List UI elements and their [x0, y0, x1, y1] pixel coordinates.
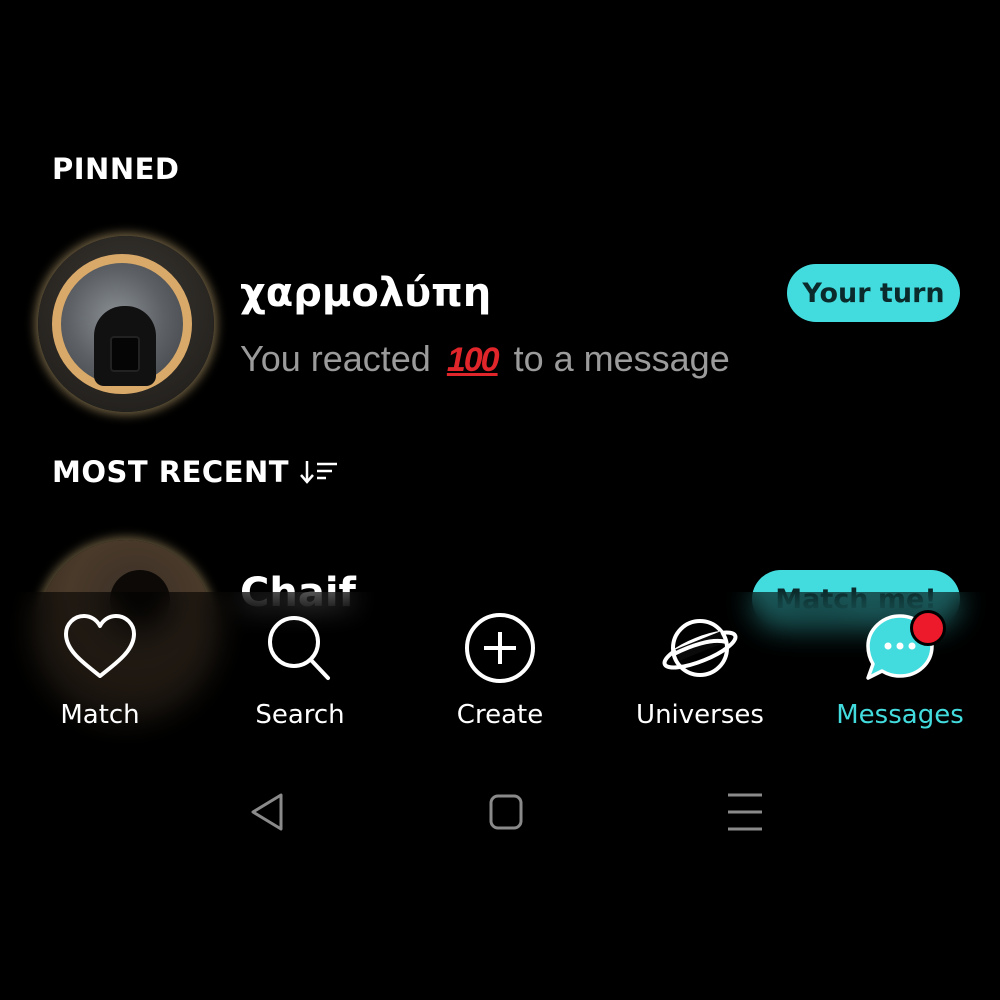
nav-label: Search — [255, 700, 345, 730]
system-navigation-bar — [0, 775, 1000, 845]
planet-icon — [662, 619, 738, 677]
nav-item-messages[interactable]: Messages — [800, 610, 1000, 740]
heart-icon — [64, 614, 136, 678]
nav-item-universes[interactable]: Universes — [600, 610, 800, 740]
recents-button[interactable] — [720, 787, 770, 837]
nav-label: Create — [456, 700, 544, 730]
recents-icon — [728, 793, 762, 831]
notification-badge — [910, 610, 946, 646]
home-icon — [489, 794, 523, 830]
nav-label: Match — [60, 700, 140, 730]
back-icon — [251, 793, 283, 831]
nav-item-match[interactable]: Match — [0, 610, 200, 740]
messages-screen: PINNED χαρμολύπη You reacted 100 to a me… — [0, 0, 1000, 1000]
nav-item-search[interactable]: Search — [200, 610, 400, 740]
avatar[interactable] — [38, 236, 214, 412]
avatar-image-phone — [110, 336, 140, 372]
bottom-navigation-bar: Match Search Create Universes Messages — [0, 592, 1000, 757]
back-button[interactable] — [243, 787, 293, 837]
home-button[interactable] — [481, 787, 531, 837]
most-recent-header[interactable]: MOST RECENT — [52, 455, 339, 489]
nav-item-create[interactable]: Create — [400, 610, 600, 740]
search-icon — [268, 616, 330, 680]
nav-label: Universes — [636, 700, 764, 730]
most-recent-section-label: MOST RECENT — [52, 455, 290, 489]
preview-prefix: You reacted — [240, 338, 431, 379]
conversation-preview: You reacted 100 to a message — [240, 338, 730, 380]
preview-suffix: to a message — [513, 338, 730, 379]
sort-icon[interactable] — [299, 458, 339, 486]
nav-label: Messages — [836, 700, 964, 730]
plus-circle-icon — [465, 613, 535, 683]
conversation-name: χαρμολύπη — [240, 270, 492, 316]
hundred-points-emoji-icon: 100 — [446, 341, 500, 379]
your-turn-button[interactable]: Your turn — [787, 264, 960, 322]
pinned-conversation-row[interactable]: χαρμολύπη You reacted 100 to a message Y… — [0, 230, 1000, 420]
pinned-section-label: PINNED — [52, 152, 180, 186]
